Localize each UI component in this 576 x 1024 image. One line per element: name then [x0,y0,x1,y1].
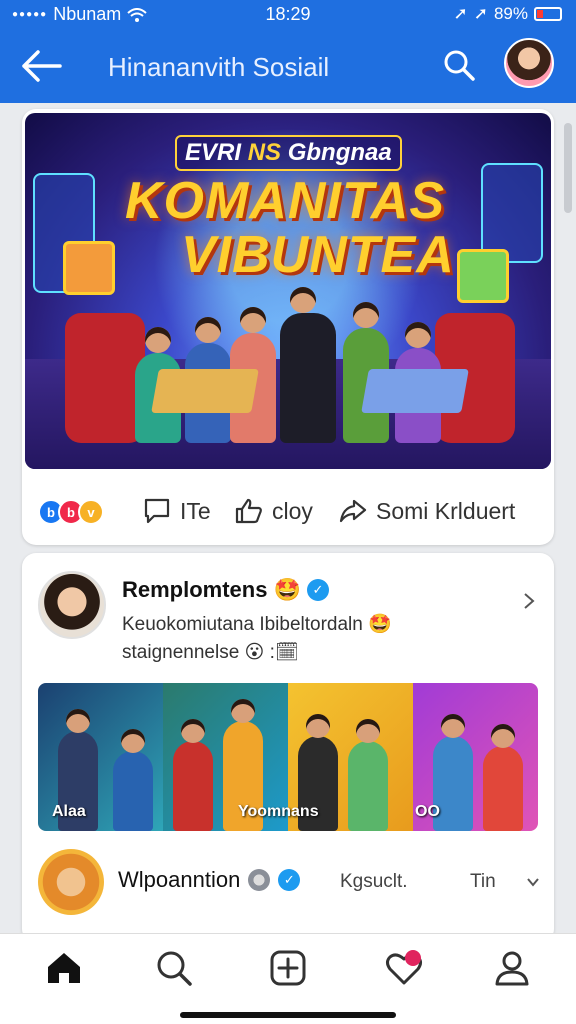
banner-tagline-a: EVRI [185,139,242,166]
person-figure [280,287,336,443]
post-card-banner: EVRI NS Gbngnaa KOMANITAS VIBUNTEA b b v… [22,109,554,545]
post-image-strip[interactable]: Alaa Yoomnans OO [38,683,538,831]
strip-label-left: Alaa [52,803,86,820]
strip-label-right: OO [415,803,440,820]
second-post-time: Tin [470,871,496,892]
community-banner-image[interactable]: EVRI NS Gbngnaa KOMANITAS VIBUNTEA [25,113,551,469]
app-bar: Hinananvith Sosiail [0,36,576,96]
home-indicator [180,1012,396,1018]
home-icon[interactable] [44,948,84,988]
emoji-icon: 🤩 [273,577,301,602]
second-post-meta: Kgsuclt. [340,871,408,892]
banner-title-line1: KOMANITAS [125,172,446,230]
profile-icon[interactable] [492,948,532,988]
action-bar: b b v ITe cloy Somi Krlduert [22,477,554,537]
search-icon[interactable] [442,48,476,82]
comment-icon [144,498,170,524]
verified-badge-icon: ✓ [278,869,301,891]
page-title: Hinananvith Sosiail [108,52,330,82]
share-label: Somi Krlduert [376,497,516,524]
chevron-right-icon[interactable] [522,591,536,611]
person-figure [483,724,523,831]
second-post-author-row[interactable]: Wlpoanntion ✓ [118,867,301,893]
post-author-name: Remplomtens [122,577,268,602]
share-icon [339,499,367,523]
game-table-right [361,369,469,413]
post-text: Keuokomiutana Ibibeltordaln 🤩 staignenne… [122,611,522,667]
post-image-panel: OO [413,683,538,831]
strip-label-mid: Yoomnans [238,803,319,820]
feed[interactable]: EVRI NS Gbngnaa KOMANITAS VIBUNTEA b b v… [0,103,576,943]
post-card: Remplomtens 🤩 ✓ Keuokomiutana Ibibeltord… [22,553,554,943]
banner-tagline: EVRI NS Gbngnaa [175,135,402,171]
banner-tagline-b: NS [247,139,282,166]
like-button[interactable]: cloy [234,497,313,525]
game-table-left [151,369,259,413]
person-figure [348,719,388,831]
comment-button[interactable]: ITe [142,497,211,525]
battery-icon [534,7,562,21]
search-icon[interactable] [154,948,194,988]
status-bar: ●●●●● Nbunam 18:29 ➚ ➚ 89% [0,0,576,28]
banner-people [65,287,515,443]
banner-tagline-c: Gbngnaa [287,139,392,166]
location-arrow-icon: ➚ [453,4,468,23]
location-arrow-icon-2: ➚ [473,4,488,23]
user-avatar[interactable] [504,38,554,88]
bottom-nav [0,933,576,1024]
post-image-panel: Yoomnans [238,683,413,831]
status-dot-icon [248,869,271,891]
second-post-avatar[interactable] [38,849,104,915]
add-icon[interactable] [268,948,308,988]
second-post-author-name: Wlpoanntion [118,867,241,892]
like-label: cloy [272,497,313,524]
banner-title-line2: VIBUNTEA [181,226,455,284]
thumbs-up-icon [235,498,262,524]
back-arrow-icon[interactable] [18,48,64,84]
reaction-icons[interactable]: b b v [38,499,104,525]
verified-badge-icon: ✓ [306,579,329,601]
post-text-line2: staignennelse 😮 :🗓 [122,642,300,663]
person-figure [173,719,213,831]
status-right: ➚ ➚ 89% [453,4,562,24]
chevron-down-icon[interactable] [526,877,540,887]
wow-reaction-icon: v [78,499,104,525]
game-tile-left [63,241,115,295]
scrollbar[interactable] [564,123,572,213]
top-bar: ●●●●● Nbunam 18:29 ➚ ➚ 89% Hinananvith S… [0,0,576,103]
share-button[interactable]: Somi Krlduert [338,497,515,525]
gaming-chair-left [65,313,145,443]
person-figure [113,729,153,831]
heart-icon[interactable] [384,948,424,988]
post-author-row[interactable]: Remplomtens 🤩 ✓ [122,577,329,603]
comment-label: ITe [180,497,211,524]
post-author-avatar[interactable] [38,571,106,639]
post-image-panel: Alaa [38,683,163,831]
post-text-line1: Keuokomiutana Ibibeltordaln 🤩 [122,614,392,635]
battery-percent: 89% [493,4,528,23]
banner-screen-right [481,163,543,263]
